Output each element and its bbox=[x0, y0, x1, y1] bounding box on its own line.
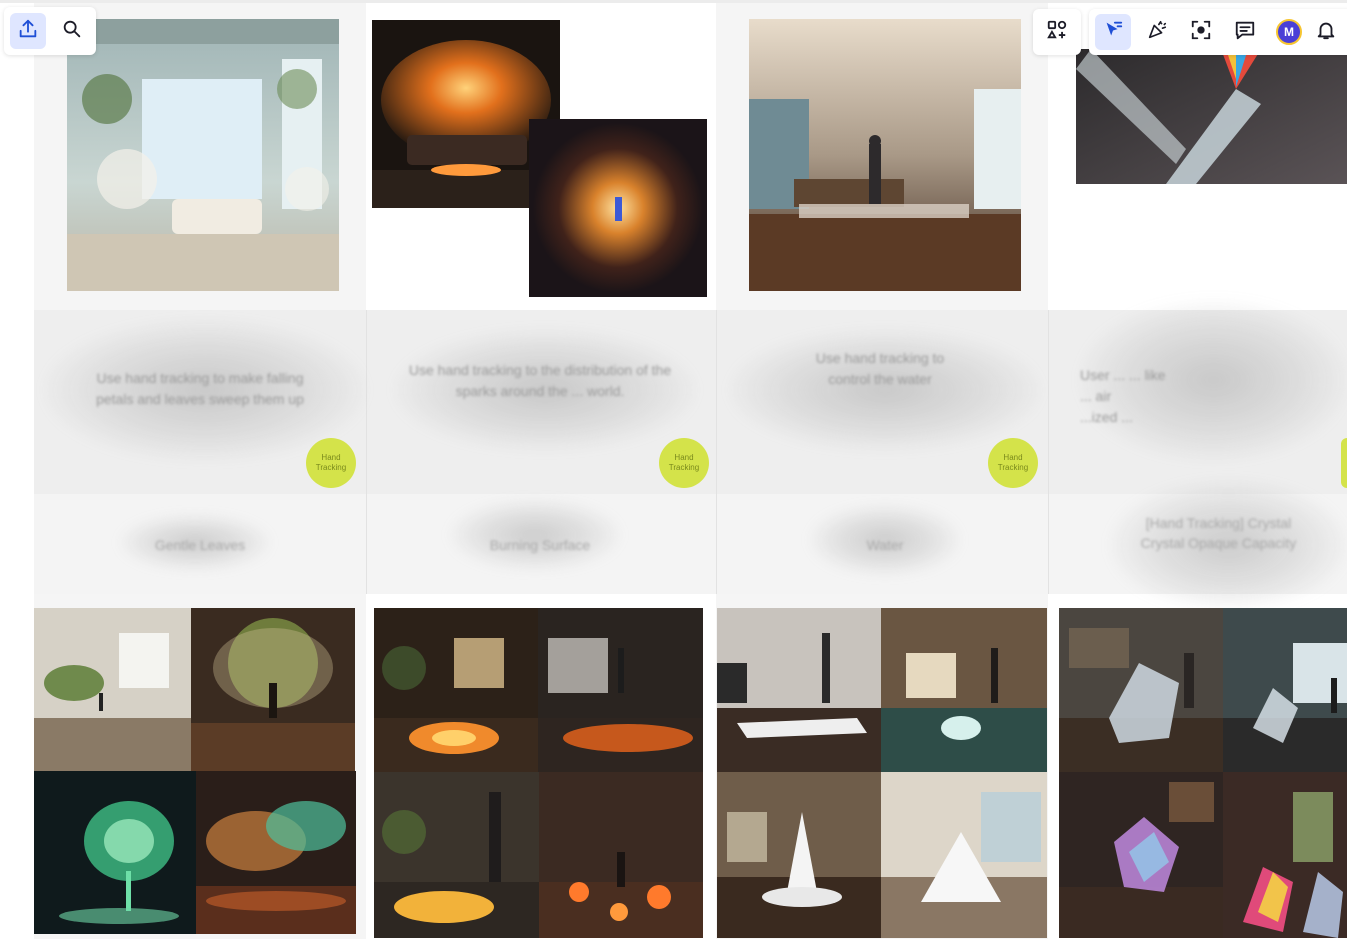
party-popper-icon bbox=[1146, 19, 1168, 46]
render-leaves-2[interactable] bbox=[191, 608, 355, 771]
focus-icon bbox=[1190, 19, 1212, 46]
render-fire-3[interactable] bbox=[374, 772, 539, 938]
focus-button[interactable] bbox=[1183, 14, 1219, 50]
card-description: Use hand tracking to control the water bbox=[815, 350, 945, 387]
notifications-button[interactable] bbox=[1315, 14, 1337, 50]
card-title: Gentle Leaves bbox=[154, 537, 246, 553]
render-fire-1[interactable] bbox=[374, 608, 538, 772]
reference-image-leaves-room[interactable] bbox=[67, 19, 339, 291]
card-title: [Hand Tracking] Crystal Crystal Opaque C… bbox=[1140, 515, 1297, 551]
render-water-4[interactable] bbox=[881, 772, 1047, 938]
reference-image-sparks[interactable] bbox=[529, 119, 707, 297]
column-separator bbox=[366, 310, 367, 594]
hand-tracking-tag: Hand Tracking bbox=[988, 438, 1038, 488]
card-description: Use hand tracking to the distribution of… bbox=[408, 362, 672, 399]
hand-tracking-tag: Hand Tracking bbox=[659, 438, 709, 488]
right-toolbar: M bbox=[1089, 9, 1347, 55]
bell-icon bbox=[1315, 19, 1337, 46]
reference-image-prism[interactable] bbox=[1076, 49, 1347, 184]
comment-icon bbox=[1234, 19, 1256, 46]
cursor-icon bbox=[1102, 19, 1124, 46]
card-description: User ... ... like ... air ...ized ... bbox=[1080, 367, 1166, 425]
render-crystal-3[interactable] bbox=[1059, 772, 1223, 938]
celebrate-button[interactable] bbox=[1139, 14, 1175, 50]
avatar: M bbox=[1276, 19, 1302, 45]
render-water-1[interactable] bbox=[717, 608, 881, 772]
card-description: Use hand tracking to make falling petals… bbox=[96, 370, 304, 407]
render-leaves-1[interactable] bbox=[34, 608, 191, 771]
apps-icon bbox=[1046, 19, 1068, 46]
share-button[interactable] bbox=[10, 13, 46, 49]
column-separator bbox=[1048, 310, 1049, 594]
top-divider bbox=[0, 0, 1347, 3]
render-crystal-4[interactable] bbox=[1223, 772, 1347, 938]
search-button[interactable] bbox=[54, 13, 90, 49]
select-tool-button[interactable] bbox=[1095, 14, 1131, 50]
render-crystal-1[interactable] bbox=[1059, 608, 1223, 772]
render-water-3[interactable] bbox=[717, 772, 881, 938]
column-separator bbox=[716, 310, 717, 594]
render-crystal-2[interactable] bbox=[1223, 608, 1347, 772]
card-title: Burning Surface bbox=[489, 537, 591, 553]
user-avatar-button[interactable]: M bbox=[1271, 14, 1307, 50]
right-toolbar-apps bbox=[1033, 9, 1081, 55]
render-fire-2[interactable] bbox=[538, 608, 703, 772]
render-water-2[interactable] bbox=[881, 608, 1047, 772]
hand-tracking-tag: Hand Tracking bbox=[306, 438, 356, 488]
comments-button[interactable] bbox=[1227, 14, 1263, 50]
moodboard-canvas[interactable]: Use hand tracking to make falling petals… bbox=[0, 0, 1347, 939]
render-leaves-4[interactable] bbox=[196, 771, 356, 934]
hand-tracking-tag bbox=[1341, 438, 1347, 488]
card-title: Water bbox=[866, 537, 904, 553]
reference-image-man-room[interactable] bbox=[749, 19, 1021, 291]
left-toolbar bbox=[4, 7, 96, 55]
render-leaves-3[interactable] bbox=[34, 771, 196, 934]
search-icon bbox=[61, 18, 83, 45]
render-fire-4[interactable] bbox=[539, 772, 703, 938]
upload-icon bbox=[17, 18, 39, 45]
apps-button[interactable] bbox=[1039, 14, 1075, 50]
